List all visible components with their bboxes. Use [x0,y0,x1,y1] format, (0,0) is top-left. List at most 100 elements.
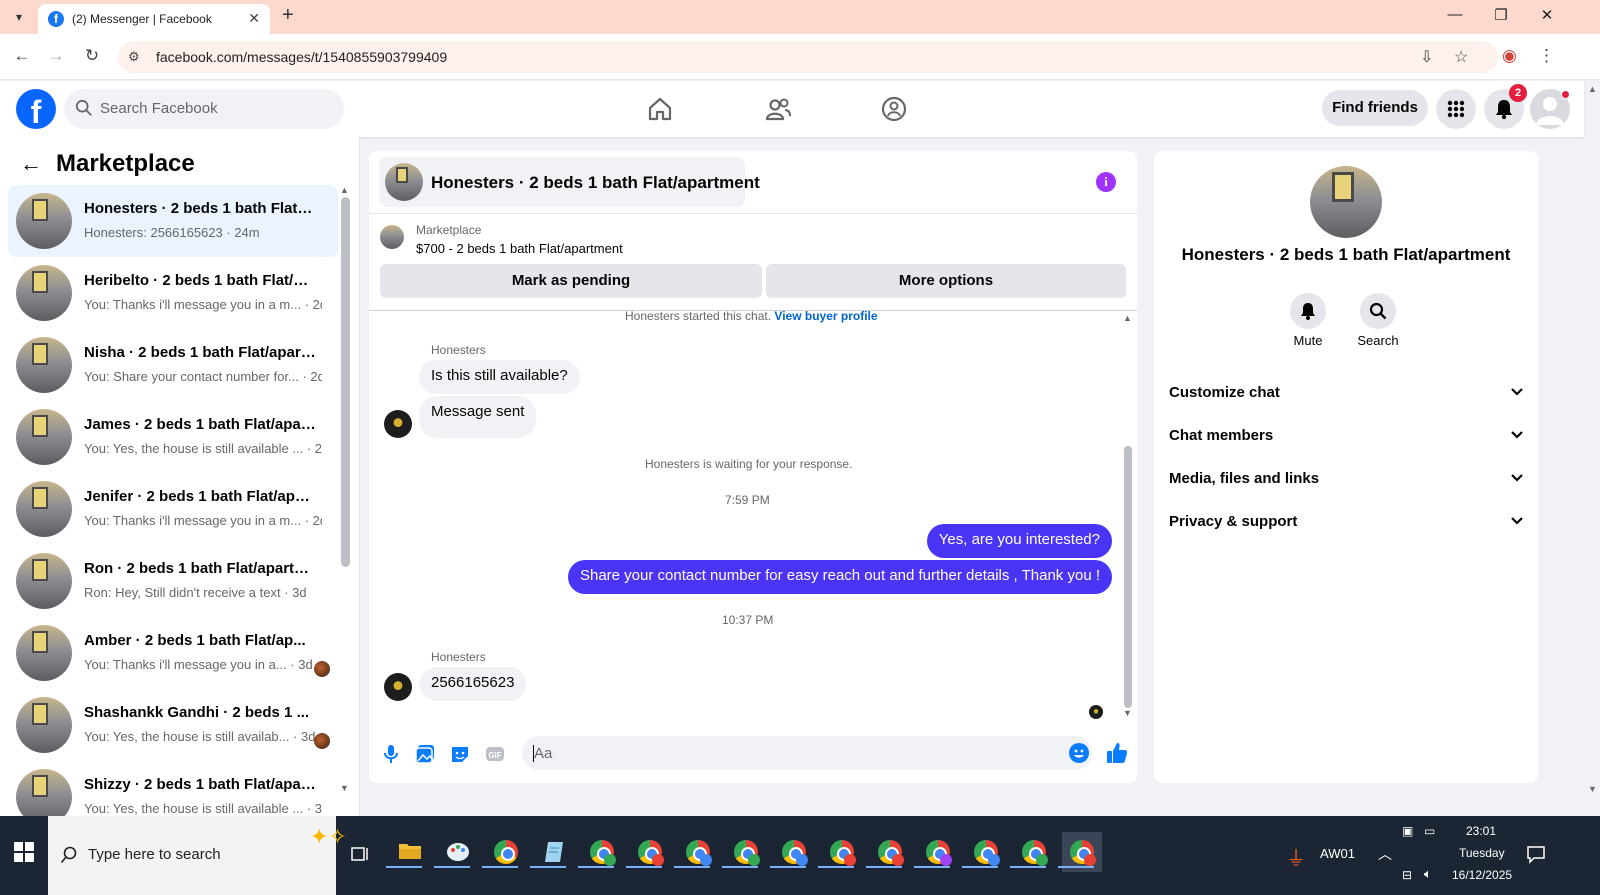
conversation-name: Nisha · 2 beds 1 bath Flat/apart... [84,344,316,361]
gif-icon[interactable]: GIF [484,743,506,765]
notifications-center-icon[interactable] [1526,844,1546,864]
url-text[interactable]: facebook.com/messages/t/1540855903799409 [156,49,447,65]
conversation-name: Shashankk Gandhi · 2 beds 1 ... [84,704,310,721]
listing-avatar[interactable] [1310,166,1382,238]
tab-search-menu-icon[interactable]: ▾ [8,6,30,28]
menu-grid-button[interactable] [1436,89,1476,129]
details-section-customize-chat[interactable]: Customize chat [1169,372,1525,412]
sticker-icon[interactable] [449,743,471,765]
incoming-message[interactable]: Message sent [419,396,537,438]
message-input[interactable]: Aa [522,736,1092,770]
conversation-item[interactable]: Jenifer · 2 beds 1 bath Flat/apart... You… [8,473,338,545]
conversation-item[interactable]: Honesters · 2 beds 1 bath Flat/a... Hones… [8,185,338,257]
outgoing-message[interactable]: Share your contact number for easy reach… [567,560,1112,594]
conversation-item[interactable]: Shashankk Gandhi · 2 beds 1 ... You: Yes,… [8,689,338,761]
list-scroll-up-arrow[interactable]: ▲ [340,185,349,195]
friends-icon[interactable] [764,95,792,123]
palette-icon [447,843,469,861]
photo-icon[interactable] [414,743,436,765]
info-icon[interactable]: i [1096,172,1116,192]
meet-now-icon[interactable]: ▣ [1402,824,1413,838]
chevron-up-icon[interactable]: ︿ [1378,844,1392,864]
volume-icon[interactable]: 🔈︎ [1424,866,1432,882]
page-scroll-down-arrow[interactable]: ▼ [1588,784,1597,794]
app-running-indicator [1058,866,1094,868]
outgoing-message[interactable]: Yes, are you interested? [926,524,1112,558]
sender-avatar[interactable] [384,673,412,701]
conversation-item[interactable]: James · 2 beds 1 bath Flat/apart... You: … [8,401,338,473]
mute-button[interactable]: Mute [1278,293,1338,348]
windows-start-icon[interactable] [14,842,34,862]
tray-label[interactable]: AW01 [1320,846,1355,861]
groups-icon[interactable] [880,95,908,123]
site-info-icon[interactable]: ⚙ [128,49,140,65]
search-highlight-icon[interactable]: ✦✧ [310,824,347,850]
find-friends-button[interactable]: Find friends [1322,90,1428,126]
profile-icon[interactable]: ◉ [1502,46,1517,66]
network-icon[interactable]: ⊟ [1402,868,1412,882]
sender-avatar[interactable] [384,410,412,438]
mark-as-pending-button[interactable]: Mark as pending [380,264,762,298]
page-scroll-up-arrow[interactable]: ▲ [1588,84,1597,94]
home-icon[interactable] [646,95,674,123]
clock-time[interactable]: 23:01 [1466,824,1496,838]
view-buyer-profile-link[interactable]: View buyer profile [774,309,877,323]
facebook-search-input[interactable]: Search Facebook [64,89,344,129]
chevron-down-icon [1511,388,1523,396]
back-arrow-icon[interactable]: ← [20,151,42,177]
like-icon[interactable] [1105,741,1129,765]
new-tab-button[interactable]: + [282,4,294,27]
reload-icon[interactable]: ↻ [80,46,104,66]
window-close-button[interactable]: ✕ [1532,6,1562,24]
conversation-item[interactable]: Shizzy · 2 beds 1 bath Flat/apart... You:… [8,761,338,816]
details-section-privacy-support[interactable]: Privacy & support [1169,501,1525,541]
conversation-item[interactable]: Ron · 2 beds 1 bath Flat/apartm... Ron: H… [8,545,338,617]
tab-close-icon[interactable]: ✕ [248,10,260,27]
conversation-item[interactable]: Amber · 2 beds 1 bath Flat/ap... You: Tha… [8,617,338,689]
listing-title[interactable]: $700 - 2 beds 1 bath Flat/apartment [416,241,623,256]
browser-tab-messenger[interactable]: f (2) Messenger | Facebook ✕ [38,4,270,34]
chat-started-text: Honesters started this chat. [625,309,772,323]
app-running-indicator [674,866,710,868]
search-icon [75,99,92,116]
clock-day[interactable]: Tuesday [1459,846,1505,860]
clock-date[interactable]: 16/12/2025 [1452,868,1512,882]
profile-badge [748,854,760,866]
facebook-logo[interactable]: f [16,89,56,130]
emoji-icon[interactable] [1069,743,1089,763]
chat-header-button[interactable]: Honesters · 2 beds 1 bath Flat/apartment [379,157,760,207]
task-view-icon[interactable] [350,844,370,864]
section-label: Customize chat [1169,384,1280,401]
chat-scroll-up-arrow[interactable]: ▲ [1123,313,1132,323]
details-section-media-files-and-links[interactable]: Media, files and links [1169,458,1525,498]
conversation-item[interactable]: Heribelto · 2 beds 1 bath Flat/ap... You:… [8,257,338,329]
list-scrollbar[interactable] [341,197,350,567]
details-title: Honesters · 2 beds 1 bath Flat/apartment [1181,245,1511,264]
back-arrow-icon[interactable]: ← [10,46,34,66]
listing-thumbnail[interactable] [380,225,404,249]
conversation-preview: You: Thanks i'll message you in a... · 3… [84,657,313,672]
account-alert-dot [1561,90,1570,99]
bookmark-star-icon[interactable]: ☆ [1454,47,1468,67]
install-app-icon[interactable]: ⇩ [1420,47,1433,67]
incoming-message[interactable]: Is this still available? [419,360,580,394]
url-bar[interactable]: ⚙ facebook.com/messages/t/15408559037994… [118,41,1498,73]
network-monitor-icon[interactable]: ⏚ [1286,842,1306,871]
window-minimize-button[interactable]: — [1440,6,1470,23]
list-scroll-down-arrow[interactable]: ▼ [340,783,349,793]
search-in-chat-button[interactable]: Search [1348,293,1408,348]
mic-icon[interactable] [380,743,402,765]
more-options-button[interactable]: More options [766,264,1126,298]
details-section-chat-members[interactable]: Chat members [1169,415,1525,455]
taskbar-search-box[interactable]: Type here to search ✦✧ [48,816,347,895]
chrome-menu-icon[interactable]: ⋮ [1538,46,1555,66]
tab-title: (2) Messenger | Facebook [72,12,212,26]
forward-arrow-icon[interactable]: → [44,46,68,66]
chat-scrollbar[interactable] [1124,446,1132,708]
incoming-message[interactable]: 2566165623 [419,667,527,701]
conversation-name: Honesters · 2 beds 1 bath Flat/a... [84,200,316,217]
battery-icon[interactable]: ▭ [1424,824,1435,838]
window-maximize-button[interactable]: ❐ [1486,6,1516,24]
conversation-item[interactable]: Nisha · 2 beds 1 bath Flat/apart... You: … [8,329,338,401]
chat-scroll-down-arrow[interactable]: ▼ [1123,708,1132,718]
